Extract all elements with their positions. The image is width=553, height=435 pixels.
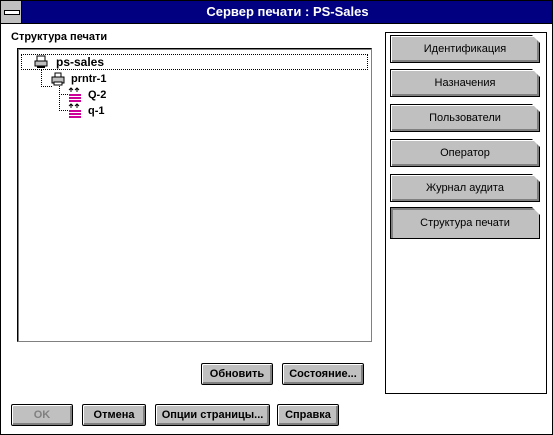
queue-icon bbox=[68, 87, 81, 102]
tab-identification[interactable]: Идентификация bbox=[390, 35, 540, 63]
status-button[interactable]: Состояние... bbox=[282, 363, 364, 385]
tree-item-queue[interactable]: Q-2 bbox=[68, 87, 188, 103]
tab-label: Журнал аудита bbox=[426, 182, 504, 194]
tab-audit-log[interactable]: Журнал аудита bbox=[390, 174, 540, 202]
server-icon bbox=[34, 55, 48, 68]
help-button[interactable]: Справка bbox=[277, 404, 339, 426]
tree-item-label: Q-2 bbox=[88, 89, 107, 101]
tab-corner bbox=[532, 35, 540, 43]
system-menu-button[interactable] bbox=[1, 1, 22, 23]
tab-corner bbox=[532, 139, 540, 147]
tree-section-label: Структура печати bbox=[11, 31, 108, 43]
tab-label: Оператор bbox=[440, 147, 490, 159]
tree-item-queue[interactable]: q-1 bbox=[68, 103, 188, 119]
tab-corner bbox=[532, 69, 540, 77]
tab-label: Пользователи bbox=[429, 112, 501, 124]
tab-panel: Идентификация Назначения Пользователи Оп… bbox=[385, 32, 547, 394]
ok-button[interactable]: OK bbox=[11, 404, 73, 426]
tree-connector bbox=[59, 86, 60, 111]
system-menu-icon bbox=[4, 10, 20, 15]
tab-label: Структура печати bbox=[420, 217, 510, 229]
tab-corner bbox=[532, 174, 540, 182]
printer-icon bbox=[51, 72, 65, 86]
tree-item-label: ps-sales bbox=[56, 55, 105, 69]
tree-connector bbox=[41, 69, 42, 87]
page-options-button[interactable]: Опции страницы... bbox=[155, 404, 270, 426]
tab-corner bbox=[532, 207, 540, 215]
queue-icon bbox=[68, 103, 81, 118]
cancel-button[interactable]: Отмена bbox=[82, 404, 146, 426]
tab-users[interactable]: Пользователи bbox=[390, 104, 540, 132]
tree-item-server[interactable]: ps-sales bbox=[34, 54, 254, 70]
tab-operator[interactable]: Оператор bbox=[390, 139, 540, 167]
refresh-button[interactable]: Обновить bbox=[201, 363, 273, 385]
title-bar: Сервер печати : PS-Sales bbox=[1, 1, 552, 24]
print-structure-tree[interactable]: ps-sales prntr-1 Q-2 q-1 bbox=[17, 48, 372, 342]
window-title: Сервер печати : PS-Sales bbox=[206, 4, 369, 19]
tab-assignments[interactable]: Назначения bbox=[390, 69, 540, 97]
tab-print-structure[interactable]: Структура печати bbox=[390, 207, 540, 239]
tree-item-printer[interactable]: prntr-1 bbox=[51, 71, 211, 87]
tab-label: Назначения bbox=[434, 77, 496, 89]
tree-connector bbox=[59, 110, 68, 111]
tab-label: Идентификация bbox=[423, 43, 507, 55]
tab-corner bbox=[532, 104, 540, 112]
tree-item-label: q-1 bbox=[88, 105, 105, 117]
print-server-dialog: Сервер печати : PS-Sales Структура печат… bbox=[0, 0, 553, 435]
tree-item-label: prntr-1 bbox=[71, 73, 107, 85]
tree-connector bbox=[59, 94, 68, 95]
